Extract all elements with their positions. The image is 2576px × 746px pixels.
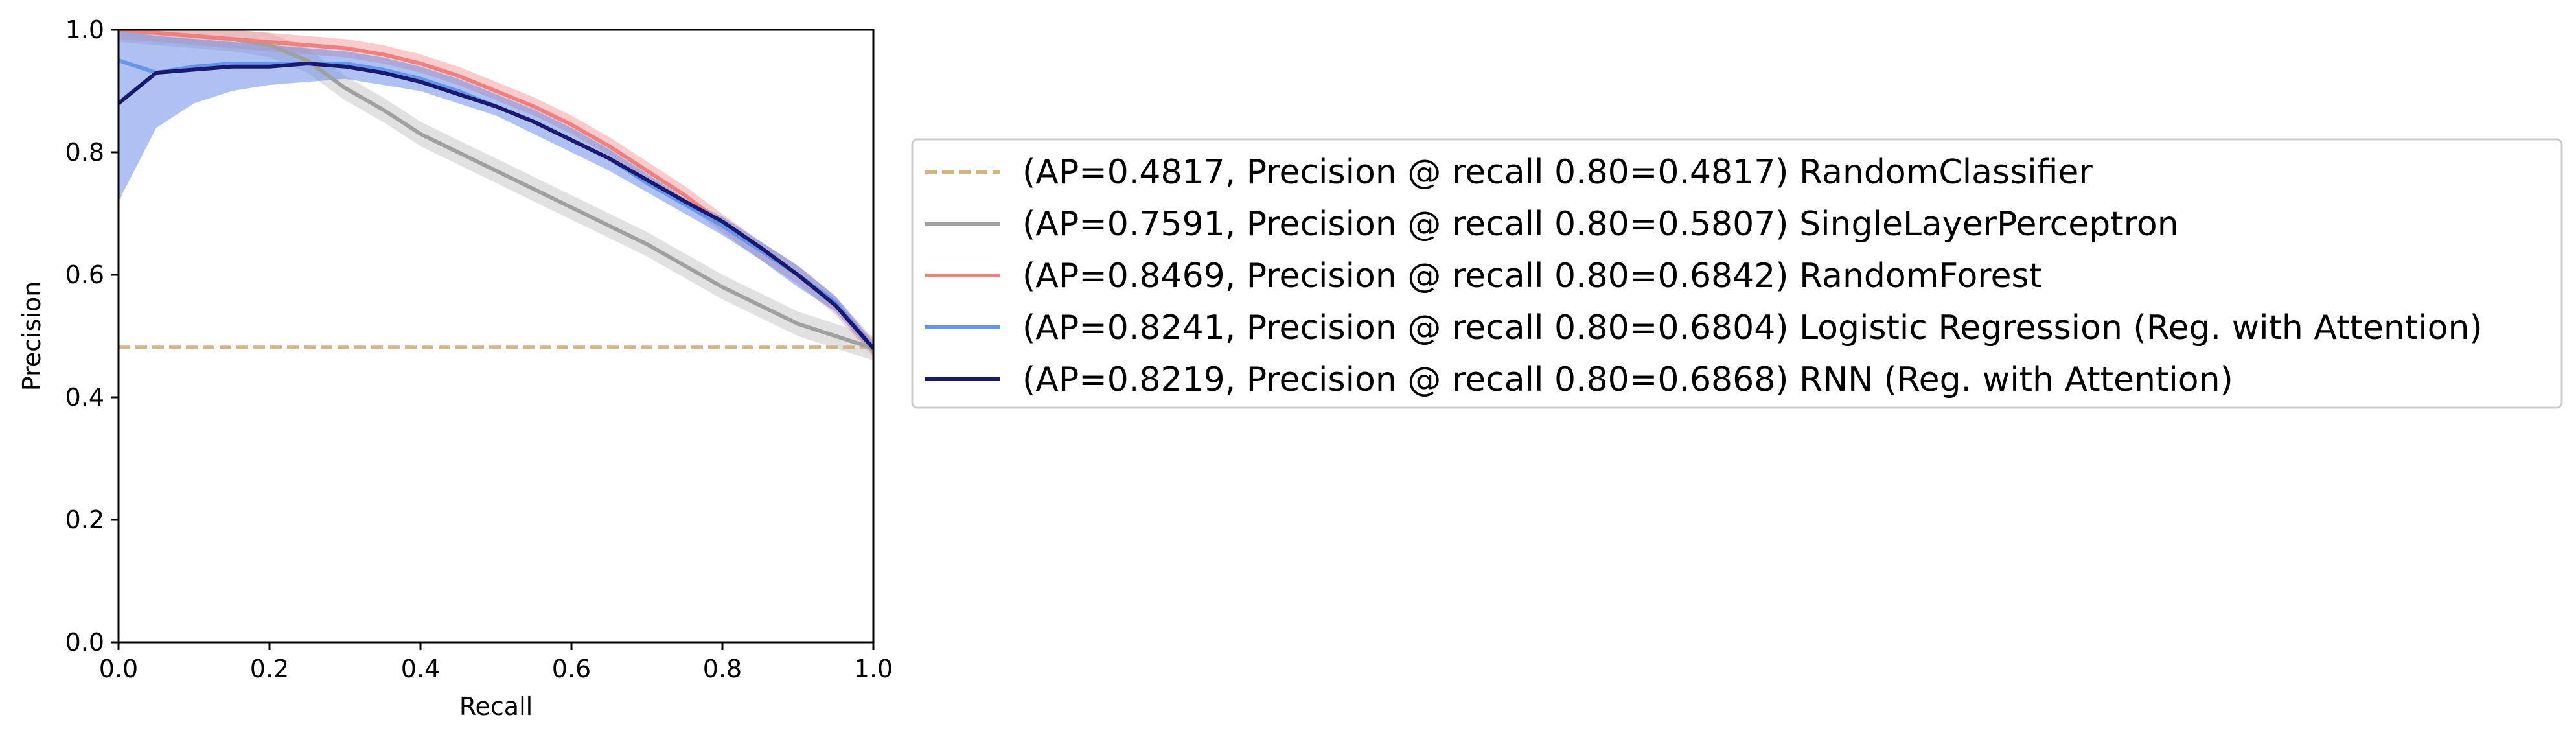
x-tick-label: 0.8 <box>703 655 742 683</box>
x-tick-label: 1.0 <box>854 655 893 683</box>
legend: (AP=0.4817, Precision @ recall 0.80=0.48… <box>911 138 2563 409</box>
y-tick-label: 0.8 <box>65 138 104 167</box>
legend-label: (AP=0.8219, Precision @ recall 0.80=0.68… <box>1022 360 2233 399</box>
y-tick-label: 0.6 <box>65 261 104 289</box>
x-tick-label: 0.4 <box>401 655 440 683</box>
y-axis-label: Precision <box>17 281 46 391</box>
legend-label: (AP=0.8469, Precision @ recall 0.80=0.68… <box>1022 257 2042 296</box>
plot-area-frame <box>117 29 875 644</box>
legend-label: (AP=0.7591, Precision @ recall 0.80=0.58… <box>1022 205 2179 244</box>
confidence-bands <box>119 30 873 361</box>
y-tick-label: 0.0 <box>65 628 104 657</box>
y-axis-ticks: 0.0 0.2 0.4 0.6 0.8 1.0 <box>65 16 119 657</box>
x-tick-label: 0.2 <box>250 655 289 683</box>
y-tick-label: 0.4 <box>65 383 104 412</box>
legend-label: (AP=0.4817, Precision @ recall 0.80=0.48… <box>1022 153 2093 192</box>
x-tick-label: 0.6 <box>552 655 591 683</box>
precision-recall-chart: 0.0 0.2 0.4 0.6 0.8 1.0 0.0 0.2 0.4 0.6 0.8 1.0 Re… <box>17 16 2563 721</box>
y-tick-label: 1.0 <box>65 16 104 44</box>
y-tick-label: 0.2 <box>65 506 104 534</box>
x-axis-ticks: 0.0 0.2 0.4 0.6 0.8 1.0 <box>99 642 893 683</box>
x-axis-label: Recall <box>459 692 533 721</box>
legend-label: (AP=0.8241, Precision @ recall 0.80=0.68… <box>1022 309 2483 347</box>
x-tick-label: 0.0 <box>99 655 138 683</box>
